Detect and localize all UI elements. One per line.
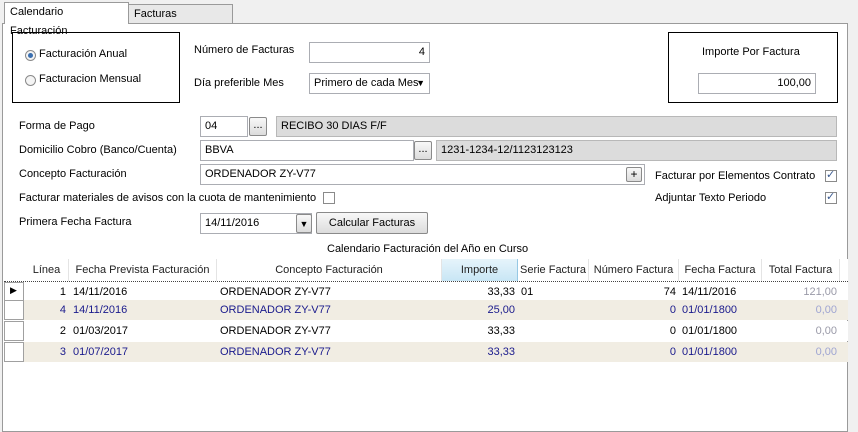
cell-fecha-prevista: 01/03/2017	[73, 325, 129, 337]
column-header-fecha-factura[interactable]: Fecha Factura	[679, 259, 762, 281]
table-row[interactable]: ▶ 1 14/11/2016 ORDENADOR ZY-V77 33,33 01…	[4, 281, 848, 302]
domicilio-cobro-lookup-button[interactable]: ...	[414, 141, 432, 160]
numero-facturas-input[interactable]: 4	[309, 42, 430, 63]
cell-numero: 0	[669, 304, 676, 316]
dia-preferible-value: Primero de cada Mes	[314, 77, 419, 89]
dia-preferible-label: Día preferible Mes	[194, 77, 284, 89]
column-header-numero[interactable]: Número Factura	[589, 259, 679, 281]
row-selector[interactable]	[4, 300, 24, 320]
radio-facturacion-mensual[interactable]	[25, 75, 36, 86]
cell-fecha-prevista: 14/11/2016	[73, 286, 128, 298]
cell-fecha-factura: 01/01/1800	[682, 346, 738, 358]
domicilio-cobro-banco-input[interactable]: BBVA	[200, 140, 414, 161]
cell-importe: 33,33	[487, 346, 515, 358]
date-picker-button[interactable]: ▼	[296, 214, 312, 233]
cell-importe: 33,33	[487, 286, 515, 298]
tab-facturas-anteriores[interactable]: Facturas Anteriores	[128, 4, 233, 39]
cell-linea: 3	[59, 346, 66, 358]
tab-calendario-facturacion[interactable]: Calendario Facturación	[4, 2, 129, 37]
cell-linea: 4	[59, 304, 66, 316]
column-header-linea[interactable]: Línea	[25, 259, 69, 281]
column-header-total[interactable]: Total Factura	[762, 259, 840, 281]
adjuntar-texto-label: Adjuntar Texto Periodo	[655, 192, 767, 204]
primera-fecha-value: 14/11/2016	[205, 217, 260, 229]
cell-numero: 0	[669, 325, 676, 337]
dia-preferible-select[interactable]: Primero de cada Mes ▼	[309, 73, 430, 94]
domicilio-cobro-label: Domicilio Cobro (Banco/Cuenta)	[19, 144, 177, 156]
concepto-facturacion-label: Concepto Facturación	[19, 168, 127, 180]
row-selector[interactable]	[4, 342, 24, 362]
forma-pago-code-input[interactable]: 04	[200, 116, 248, 137]
cell-fecha-prevista: 01/07/2017	[73, 346, 129, 358]
concepto-facturacion-input[interactable]: ORDENADOR ZY-V77	[200, 164, 645, 185]
cell-numero: 74	[663, 286, 676, 298]
facturar-materiales-label: Facturar materiales de avisos con la cuo…	[19, 192, 317, 204]
periodicidad-group: Facturación Anual Facturacion Mensual	[12, 32, 180, 103]
grid-title: Calendario Facturación del Año en Curso	[327, 243, 529, 255]
table-row[interactable]: 2 01/03/2017 ORDENADOR ZY-V77 33,33 0 01…	[4, 321, 848, 341]
facturar-por-elementos-checkbox[interactable]	[825, 168, 837, 182]
table-row[interactable]: 3 01/07/2017 ORDENADOR ZY-V77 33,33 0 01…	[4, 342, 848, 362]
cell-serie	[521, 300, 589, 320]
add-concepto-button[interactable]: +	[626, 167, 642, 182]
cell-fecha-factura: 14/11/2016	[682, 286, 737, 298]
cell-total: 0,00	[815, 304, 837, 316]
domicilio-cobro-cuenta: 1231-1234-12/1123123123	[436, 140, 837, 161]
cell-serie	[521, 342, 589, 362]
cell-linea: 1	[59, 286, 66, 298]
column-header-importe[interactable]: Importe	[442, 259, 518, 281]
chevron-down-icon: ▼	[416, 78, 425, 88]
cell-total: 0,00	[815, 346, 837, 358]
table-row[interactable]: 4 14/11/2016 ORDENADOR ZY-V77 25,00 0 01…	[4, 300, 848, 320]
facturar-materiales-checkbox[interactable]	[323, 192, 335, 204]
row-selector[interactable]	[4, 321, 24, 341]
importe-por-factura-input[interactable]: 100,00	[698, 73, 816, 94]
current-row-icon: ▶	[10, 285, 17, 295]
column-header-fecha-prevista[interactable]: Fecha Prevista Facturación	[69, 259, 217, 281]
numero-facturas-label: Número de Facturas	[194, 44, 295, 56]
cell-concepto: ORDENADOR ZY-V77	[220, 346, 331, 358]
column-header-serie[interactable]: Serie Factura	[518, 259, 589, 281]
cell-serie	[521, 321, 589, 341]
cell-fecha-factura: 01/01/1800	[682, 304, 738, 316]
cell-numero: 0	[669, 346, 676, 358]
forma-pago-label: Forma de Pago	[19, 120, 95, 132]
chevron-down-icon: ▼	[299, 219, 309, 229]
adjuntar-texto-checkbox[interactable]	[825, 190, 837, 204]
cell-concepto: ORDENADOR ZY-V77	[220, 304, 331, 316]
primera-fecha-label: Primera Fecha Factura	[19, 216, 132, 228]
importe-por-factura-group: Importe Por Factura 100,00	[668, 32, 838, 103]
cell-concepto: ORDENADOR ZY-V77	[220, 286, 331, 298]
forma-pago-lookup-button[interactable]: ...	[249, 117, 267, 136]
cell-serie: 01	[521, 286, 534, 298]
facturacion-anual-label: Facturación Anual	[39, 48, 128, 60]
cell-total: 0,00	[815, 325, 837, 337]
cell-fecha-prevista: 14/11/2016	[73, 304, 128, 316]
calcular-facturas-button[interactable]: Calcular Facturas	[316, 212, 428, 234]
facturar-por-elementos-label: Facturar por Elementos Contrato	[655, 170, 816, 182]
cell-concepto: ORDENADOR ZY-V77	[220, 325, 331, 337]
forma-pago-description: RECIBO 30 DIAS F/F	[276, 116, 837, 137]
grid-header: Línea Fecha Prevista Facturación Concept…	[4, 259, 848, 282]
facturacion-mensual-label: Facturacion Mensual	[39, 73, 142, 85]
cell-importe: 25,00	[487, 304, 515, 316]
radio-facturacion-anual[interactable]	[25, 50, 36, 61]
row-selector[interactable]: ▶	[4, 282, 24, 302]
cell-importe: 33,33	[487, 325, 515, 337]
importe-por-factura-label: Importe Por Factura	[702, 46, 800, 58]
cell-linea: 2	[59, 325, 66, 337]
cell-total: 121,00	[803, 286, 837, 298]
cell-fecha-factura: 01/01/1800	[682, 325, 738, 337]
column-header-concepto[interactable]: Concepto Facturación	[217, 259, 442, 281]
